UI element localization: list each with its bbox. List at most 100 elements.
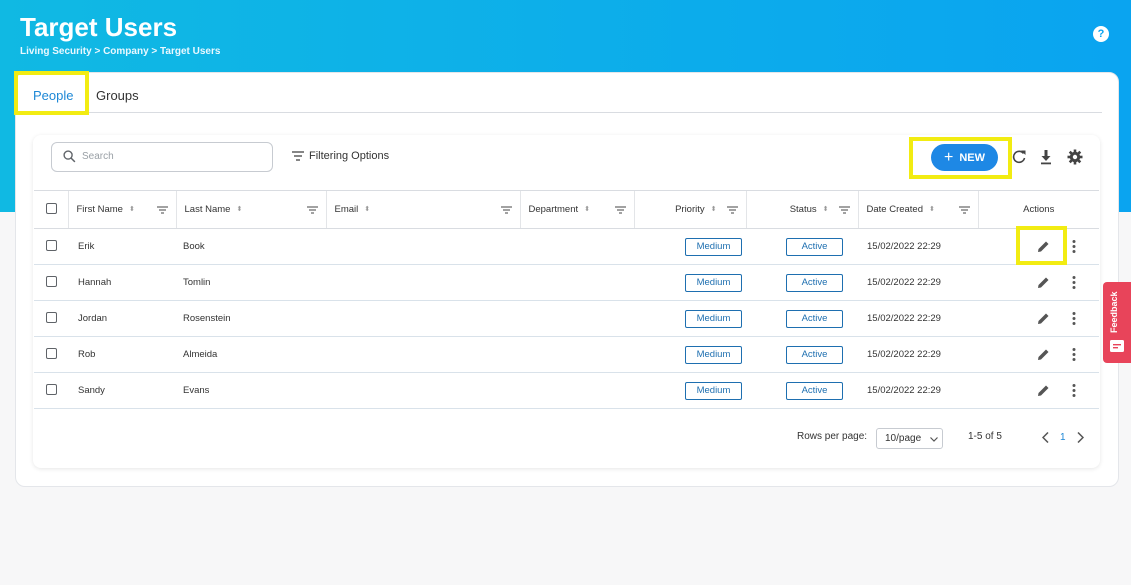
table-row[interactable]: Sandy Evans Medium Active 15/02/2022 22:… bbox=[34, 372, 1099, 409]
priority-badge: Medium bbox=[685, 345, 742, 364]
cell-department bbox=[520, 336, 634, 373]
row-checkbox[interactable] bbox=[46, 383, 57, 395]
tab-groups[interactable]: Groups bbox=[96, 88, 139, 103]
people-table: First Name ⬍ Last Name ⬍ Email ⬍ Department… bbox=[34, 190, 1099, 409]
column-filter-icon[interactable] bbox=[958, 205, 970, 214]
feedback-label: Feedback bbox=[1109, 291, 1119, 334]
cell-date-created: 15/02/2022 22:29 bbox=[858, 300, 978, 337]
more-vertical-icon[interactable] bbox=[1068, 239, 1080, 254]
column-status[interactable]: Status ⬍ bbox=[745, 190, 858, 229]
more-vertical-icon[interactable] bbox=[1068, 383, 1080, 398]
cell-date-created: 15/02/2022 22:29 bbox=[858, 264, 978, 301]
rows-per-page-label: Rows per page: bbox=[797, 431, 868, 442]
cell-last-name: Book bbox=[176, 228, 326, 265]
edit-pencil-icon[interactable] bbox=[1036, 383, 1051, 398]
column-filter-icon[interactable] bbox=[156, 205, 168, 214]
search-icon bbox=[63, 150, 76, 163]
row-checkbox[interactable] bbox=[46, 311, 57, 323]
column-last-name[interactable]: Last Name ⬍ bbox=[175, 190, 326, 229]
table-row[interactable]: Hannah Tomlin Medium Active 15/02/2022 2… bbox=[34, 264, 1099, 301]
sort-icon[interactable]: ⬍ bbox=[364, 206, 370, 213]
cell-department bbox=[520, 228, 634, 265]
new-button-highlight bbox=[909, 137, 1012, 179]
help-icon[interactable]: ? bbox=[1093, 26, 1109, 42]
cell-last-name: Rosenstein bbox=[176, 300, 326, 337]
cell-last-name: Evans bbox=[176, 372, 326, 409]
people-tab-highlight bbox=[14, 71, 89, 115]
cell-email bbox=[326, 336, 520, 373]
rows-per-page-select[interactable]: 10/page bbox=[876, 428, 943, 449]
download-icon[interactable] bbox=[1037, 148, 1055, 166]
cell-email bbox=[326, 300, 520, 337]
chevron-right-icon[interactable] bbox=[1077, 432, 1084, 443]
filter-icon bbox=[292, 151, 304, 161]
priority-badge: Medium bbox=[685, 237, 742, 256]
column-priority[interactable]: Priority ⬍ bbox=[633, 190, 746, 229]
row-checkbox[interactable] bbox=[46, 347, 57, 359]
cell-date-created: 15/02/2022 22:29 bbox=[858, 372, 978, 409]
status-badge: Active bbox=[786, 273, 843, 292]
cell-department bbox=[520, 300, 634, 337]
status-badge: Active bbox=[786, 381, 843, 400]
tab-bar: People Groups bbox=[16, 73, 1102, 113]
search-input[interactable]: Search bbox=[51, 142, 273, 172]
table-row[interactable]: Erik Book Medium Active 15/02/2022 22:29 bbox=[34, 228, 1099, 265]
column-filter-icon[interactable] bbox=[838, 205, 850, 214]
priority-badge: Medium bbox=[685, 309, 742, 328]
status-badge: Active bbox=[786, 237, 843, 256]
rows-per-page-value: 10/page bbox=[885, 433, 922, 444]
column-date-created[interactable]: Date Created ⬍ bbox=[857, 190, 978, 229]
table-header-row: First Name ⬍ Last Name ⬍ Email ⬍ Department… bbox=[34, 190, 1099, 229]
table-row[interactable]: Rob Almeida Medium Active 15/02/2022 22:… bbox=[34, 336, 1099, 373]
more-vertical-icon[interactable] bbox=[1068, 347, 1080, 362]
cell-first-name: Rob bbox=[68, 336, 176, 373]
sort-icon[interactable]: ⬍ bbox=[584, 206, 590, 213]
more-vertical-icon[interactable] bbox=[1068, 275, 1080, 290]
edit-icon-highlight bbox=[1016, 226, 1067, 265]
row-checkbox[interactable] bbox=[46, 239, 57, 251]
sort-icon[interactable]: ⬍ bbox=[929, 206, 935, 213]
column-filter-icon[interactable] bbox=[500, 205, 512, 214]
refresh-icon[interactable] bbox=[1010, 148, 1028, 166]
sort-icon[interactable]: ⬍ bbox=[823, 206, 829, 213]
search-placeholder: Search bbox=[82, 151, 114, 162]
chevron-left-icon[interactable] bbox=[1042, 432, 1049, 443]
cell-first-name: Sandy bbox=[68, 372, 176, 409]
cell-first-name: Jordan bbox=[68, 300, 176, 337]
filtering-options-label: Filtering Options bbox=[309, 150, 390, 162]
cell-email bbox=[326, 228, 520, 265]
chevron-down-icon bbox=[930, 437, 938, 442]
pagination-range: 1-5 of 5 bbox=[968, 431, 1002, 442]
cell-last-name: Almeida bbox=[176, 336, 326, 373]
select-all-checkbox[interactable] bbox=[46, 202, 57, 214]
edit-pencil-icon[interactable] bbox=[1036, 347, 1051, 362]
priority-badge: Medium bbox=[685, 273, 742, 292]
column-filter-icon[interactable] bbox=[614, 205, 626, 214]
sort-icon[interactable]: ⬍ bbox=[236, 206, 242, 213]
sort-icon[interactable]: ⬍ bbox=[711, 206, 717, 213]
column-department[interactable]: Department ⬍ bbox=[519, 190, 634, 229]
table-row[interactable]: Jordan Rosenstein Medium Active 15/02/20… bbox=[34, 300, 1099, 337]
settings-gear-icon[interactable] bbox=[1066, 148, 1084, 166]
sort-icon[interactable]: ⬍ bbox=[129, 206, 135, 213]
cell-date-created: 15/02/2022 22:29 bbox=[858, 228, 978, 265]
column-email[interactable]: Email ⬍ bbox=[325, 190, 520, 229]
priority-badge: Medium bbox=[685, 381, 742, 400]
cell-department bbox=[520, 264, 634, 301]
page-title: Target Users bbox=[20, 12, 178, 42]
filtering-options-button[interactable]: Filtering Options bbox=[292, 150, 389, 162]
column-first-name[interactable]: First Name ⬍ bbox=[67, 190, 176, 229]
select-all-header bbox=[34, 190, 68, 229]
column-filter-icon[interactable] bbox=[726, 205, 738, 214]
row-checkbox[interactable] bbox=[46, 275, 57, 287]
current-page-number[interactable]: 1 bbox=[1060, 432, 1066, 443]
column-filter-icon[interactable] bbox=[306, 205, 318, 214]
column-actions: Actions bbox=[977, 190, 1099, 229]
status-badge: Active bbox=[786, 345, 843, 364]
cell-date-created: 15/02/2022 22:29 bbox=[858, 336, 978, 373]
status-badge: Active bbox=[786, 309, 843, 328]
edit-pencil-icon[interactable] bbox=[1036, 311, 1051, 326]
more-vertical-icon[interactable] bbox=[1068, 311, 1080, 326]
cell-last-name: Tomlin bbox=[176, 264, 326, 301]
edit-pencil-icon[interactable] bbox=[1036, 275, 1051, 290]
